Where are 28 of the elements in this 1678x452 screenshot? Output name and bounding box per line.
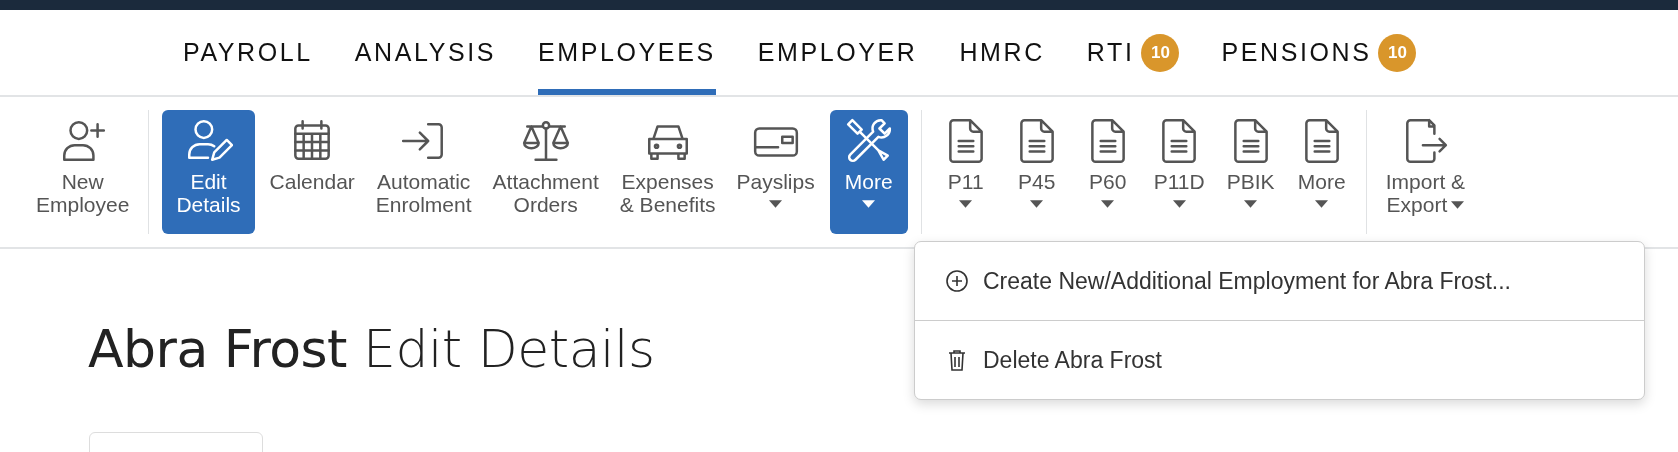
toolbar-button[interactable]: Expenses & Benefits	[613, 110, 722, 234]
toolbar-button[interactable]: Attachment Orders	[486, 110, 605, 234]
nav-tab[interactable]: PAYROLL	[183, 10, 313, 95]
nav-tab[interactable]: PENSIONS 10	[1221, 10, 1417, 95]
nav-tab[interactable]: EMPLOYEES	[538, 10, 716, 95]
nav-tab[interactable]: HMRC	[959, 10, 1045, 95]
toolbar-button[interactable]: More	[1290, 110, 1353, 234]
toolbar-button[interactable]: Automatic Enrolment	[369, 110, 478, 234]
nav-tab[interactable]: ANALYSIS	[354, 10, 497, 95]
toolbar-button[interactable]: Payslips	[730, 110, 821, 234]
nav-tab[interactable]: EMPLOYER	[757, 10, 918, 95]
nav-tab[interactable]: RTI 10	[1086, 10, 1180, 95]
count-badge: 10	[1378, 33, 1417, 72]
toolbar-button[interactable]: Edit Details	[162, 110, 255, 234]
count-badge: 10	[1141, 33, 1180, 72]
menu-item[interactable]: Create New/Additional Employment for Abra Frost...	[915, 242, 1644, 320]
toolbar-button[interactable]: Import & Export	[1379, 110, 1472, 234]
toolbar-button[interactable]: P60	[1076, 110, 1139, 234]
page-title: Abra Frost Edit Details	[88, 319, 655, 379]
toolbar-button[interactable]: Calendar	[263, 110, 361, 234]
toolbar-button[interactable]: P11	[934, 110, 997, 234]
toolbar-button[interactable]: New Employee	[30, 110, 136, 234]
plus-circle-icon	[945, 269, 969, 293]
menu-item[interactable]: Delete Abra Frost	[915, 321, 1644, 399]
toolbar-button[interactable]: P11D	[1147, 110, 1211, 234]
toolbar-button[interactable]: PBIK	[1219, 110, 1282, 234]
toolbar-button[interactable]: More	[829, 110, 908, 234]
toolbar-button[interactable]: P45	[1005, 110, 1068, 234]
